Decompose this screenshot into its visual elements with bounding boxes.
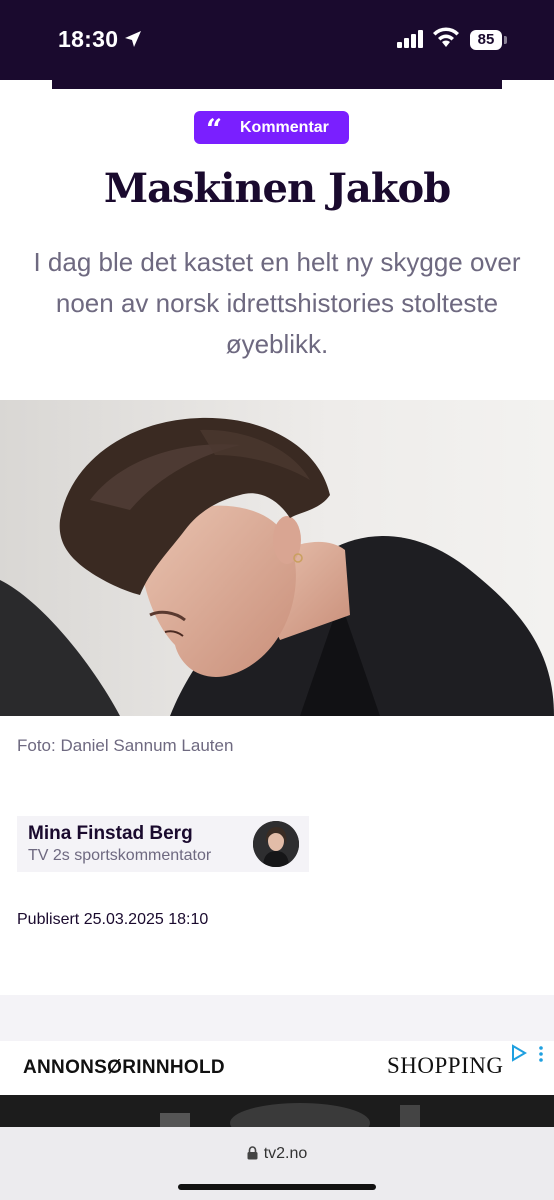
author-role: TV 2s sportskommentator xyxy=(28,847,212,864)
ad-label: ANNONSØRINNHOLD xyxy=(23,1057,225,1078)
hero-photo-illustration xyxy=(0,400,554,716)
quote-icon: “ xyxy=(206,113,223,146)
ad-creative-image[interactable] xyxy=(0,1095,554,1127)
photo-credit: Foto: Daniel Sannum Lauten xyxy=(17,736,234,755)
url-text: tv2.no xyxy=(263,1145,308,1162)
article-headline: Maskinen Jakob xyxy=(103,165,451,212)
author-avatar[interactable] xyxy=(253,821,299,867)
ad-creative-illustration xyxy=(0,1095,554,1127)
wifi-icon xyxy=(433,27,459,47)
category-badge[interactable]: “ Kommentar xyxy=(194,111,349,146)
category-label: Kommentar xyxy=(240,119,329,136)
status-bar: 18:30 85 xyxy=(0,0,554,80)
more-vertical-icon[interactable] xyxy=(538,1046,544,1062)
published-date: Publisert 25.03.2025 18:10 xyxy=(17,911,209,928)
author-name[interactable]: Mina Finstad Berg xyxy=(28,823,193,845)
status-time: 18:30 xyxy=(58,26,119,52)
adchoices-icon[interactable] xyxy=(510,1044,528,1062)
ad-brand[interactable]: SHOPPING xyxy=(387,1053,503,1079)
home-indicator[interactable] xyxy=(178,1184,376,1190)
location-arrow-icon xyxy=(125,31,141,47)
site-header-strip xyxy=(52,80,502,89)
article-lead: I dag ble det kastet en helt ny skygge o… xyxy=(33,247,521,359)
battery-tip xyxy=(504,36,507,44)
author-avatar-illustration xyxy=(253,821,299,867)
lock-icon xyxy=(247,1146,258,1160)
browser-address-bar[interactable]: tv2.no xyxy=(0,1127,554,1200)
hero-photo[interactable] xyxy=(0,400,554,716)
cellular-signal-icon xyxy=(397,30,423,48)
ad-banner[interactable]: ANNONSØRINNHOLD SHOPPING xyxy=(0,1041,554,1095)
url-display[interactable]: tv2.no xyxy=(0,1145,554,1163)
ad-spacer xyxy=(0,995,554,1041)
battery-level: 85 xyxy=(470,30,502,50)
author-byline[interactable]: Mina Finstad Berg TV 2s sportskommentato… xyxy=(17,816,309,872)
